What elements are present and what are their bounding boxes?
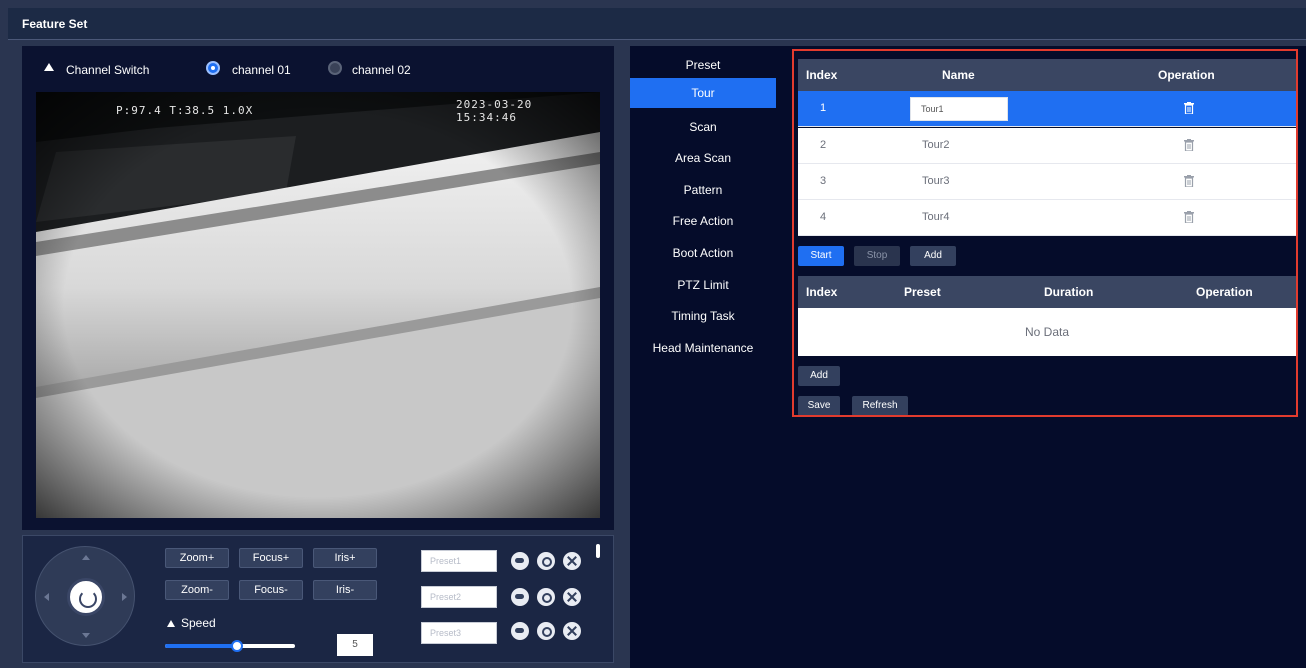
set-preset-icon[interactable] — [537, 622, 555, 640]
menu-item-tour[interactable]: Tour — [630, 78, 776, 108]
menu-item-preset[interactable]: Preset — [630, 50, 776, 80]
channel-switch-label: Channel Switch — [66, 63, 150, 77]
zoom-out-button[interactable]: Zoom- — [165, 580, 229, 600]
channel-01-radio[interactable] — [206, 61, 220, 75]
channel-02-label[interactable]: channel 02 — [352, 63, 411, 77]
menu-item-timing-task[interactable]: Timing Task — [630, 301, 776, 331]
feature-menu: Preset Tour Scan Area Scan Pattern Free … — [630, 46, 776, 668]
collapse-triangle-icon[interactable] — [44, 63, 54, 71]
preset-scrollbar[interactable] — [596, 544, 600, 558]
preset1-field[interactable]: Preset1 — [421, 550, 497, 572]
delete-preset-icon[interactable] — [563, 552, 581, 570]
channel-01-label[interactable]: channel 01 — [232, 63, 291, 77]
call-preset-icon[interactable] — [511, 622, 529, 640]
menu-item-scan[interactable]: Scan — [630, 112, 776, 142]
menu-item-ptz-limit[interactable]: PTZ Limit — [630, 270, 776, 300]
menu-item-head-maintenance[interactable]: Head Maintenance — [630, 333, 776, 363]
focus-out-button[interactable]: Focus- — [239, 580, 303, 600]
speed-slider-handle[interactable] — [230, 640, 243, 652]
channel-02-radio[interactable] — [328, 61, 342, 75]
pan-up-icon[interactable] — [82, 555, 90, 560]
speed-value-field[interactable]: 5 — [337, 634, 373, 656]
ptz-control-panel: Zoom+ Focus+ Iris+ Zoom- Focus- Iris- Sp… — [22, 535, 614, 663]
set-preset-icon[interactable] — [537, 588, 555, 606]
video-feed: P:97.4 T:38.5 1.0X 2023-03-20 15:34:46 — [36, 92, 600, 518]
collapse-triangle-icon — [167, 620, 175, 627]
focus-in-button[interactable]: Focus+ — [239, 548, 303, 568]
call-preset-icon[interactable] — [511, 588, 529, 606]
channel-switch: Channel Switch channel 01 channel 02 — [22, 58, 614, 82]
delete-preset-icon[interactable] — [563, 622, 581, 640]
window-titlebar: Feature Set — [8, 8, 1306, 40]
pan-right-icon[interactable] — [122, 593, 127, 601]
auto-rotate-icon[interactable] — [67, 578, 105, 616]
menu-item-boot-action[interactable]: Boot Action — [630, 238, 776, 268]
menu-item-pattern[interactable]: Pattern — [630, 175, 776, 205]
preset3-field[interactable]: Preset3 — [421, 622, 497, 644]
iris-out-button[interactable]: Iris- — [313, 580, 377, 600]
osd-ptz-readout: P:97.4 T:38.5 1.0X — [116, 104, 254, 117]
highlight-box — [792, 49, 1298, 417]
window-title: Feature Set — [22, 17, 88, 31]
camera-image — [36, 92, 600, 518]
speed-slider[interactable] — [165, 640, 295, 652]
call-preset-icon[interactable] — [511, 552, 529, 570]
ptz-direction-pad[interactable] — [35, 546, 135, 646]
zoom-in-button[interactable]: Zoom+ — [165, 548, 229, 568]
iris-in-button[interactable]: Iris+ — [313, 548, 377, 568]
menu-item-area-scan[interactable]: Area Scan — [630, 143, 776, 173]
pan-down-icon[interactable] — [82, 633, 90, 638]
osd-datetime: 2023-03-20 15:34:46 — [456, 98, 533, 124]
speed-slider-fill — [165, 644, 237, 648]
delete-preset-icon[interactable] — [563, 588, 581, 606]
preset2-field[interactable]: Preset2 — [421, 586, 497, 608]
menu-item-free-action[interactable]: Free Action — [630, 206, 776, 236]
pan-left-icon[interactable] — [44, 593, 49, 601]
set-preset-icon[interactable] — [537, 552, 555, 570]
speed-label: Speed — [167, 616, 216, 630]
